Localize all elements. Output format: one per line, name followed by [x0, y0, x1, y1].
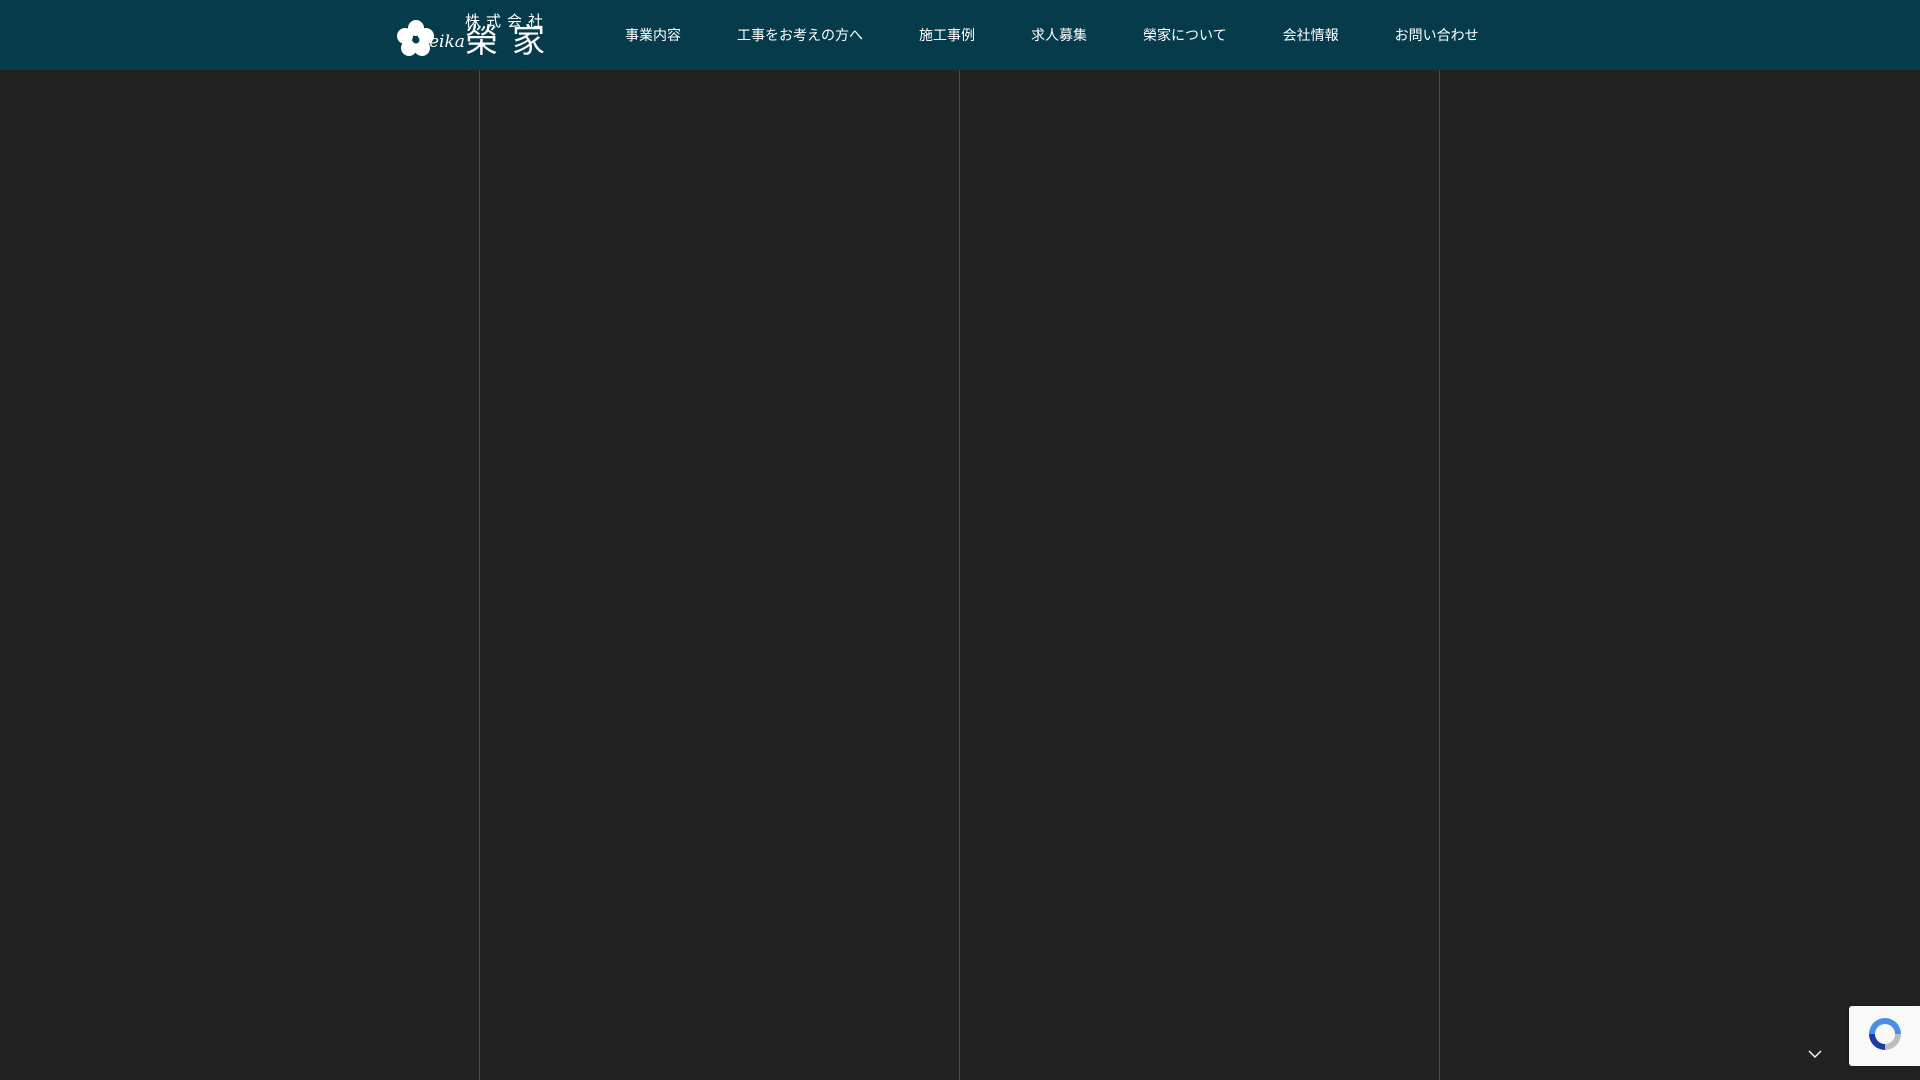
recaptcha-icon	[1869, 1018, 1901, 1050]
page: 株式会社 eika 榮家 事業内容 工事をお考えの方へ 施工事例 求人募集 榮家…	[0, 0, 1920, 1080]
nav-item-contact[interactable]: お問い合わせ	[1395, 25, 1479, 45]
nav-item-for-customers[interactable]: 工事をお考えの方へ	[737, 25, 863, 45]
grid-line	[959, 70, 960, 1080]
logo-script: eika	[429, 32, 465, 52]
nav-item-works[interactable]: 施工事例	[919, 25, 975, 45]
grid-line	[1439, 70, 1440, 1080]
recaptcha-badge[interactable]	[1849, 1006, 1920, 1066]
nav-item-company[interactable]: 会社情報	[1283, 25, 1339, 45]
main-nav: 事業内容 工事をお考えの方へ 施工事例 求人募集 榮家について 会社情報 お問い…	[625, 0, 1479, 70]
site-header: 株式会社 eika 榮家 事業内容 工事をお考えの方へ 施工事例 求人募集 榮家…	[0, 0, 1920, 70]
nav-item-about[interactable]: 榮家について	[1143, 25, 1227, 45]
logo-name: 榮家	[465, 21, 559, 60]
grid-line	[479, 70, 480, 1080]
site-logo[interactable]: 株式会社 eika 榮家	[395, 10, 555, 62]
nav-item-business[interactable]: 事業内容	[625, 25, 681, 45]
chevron-down-icon[interactable]	[1806, 1048, 1824, 1060]
nav-item-recruit[interactable]: 求人募集	[1031, 25, 1087, 45]
